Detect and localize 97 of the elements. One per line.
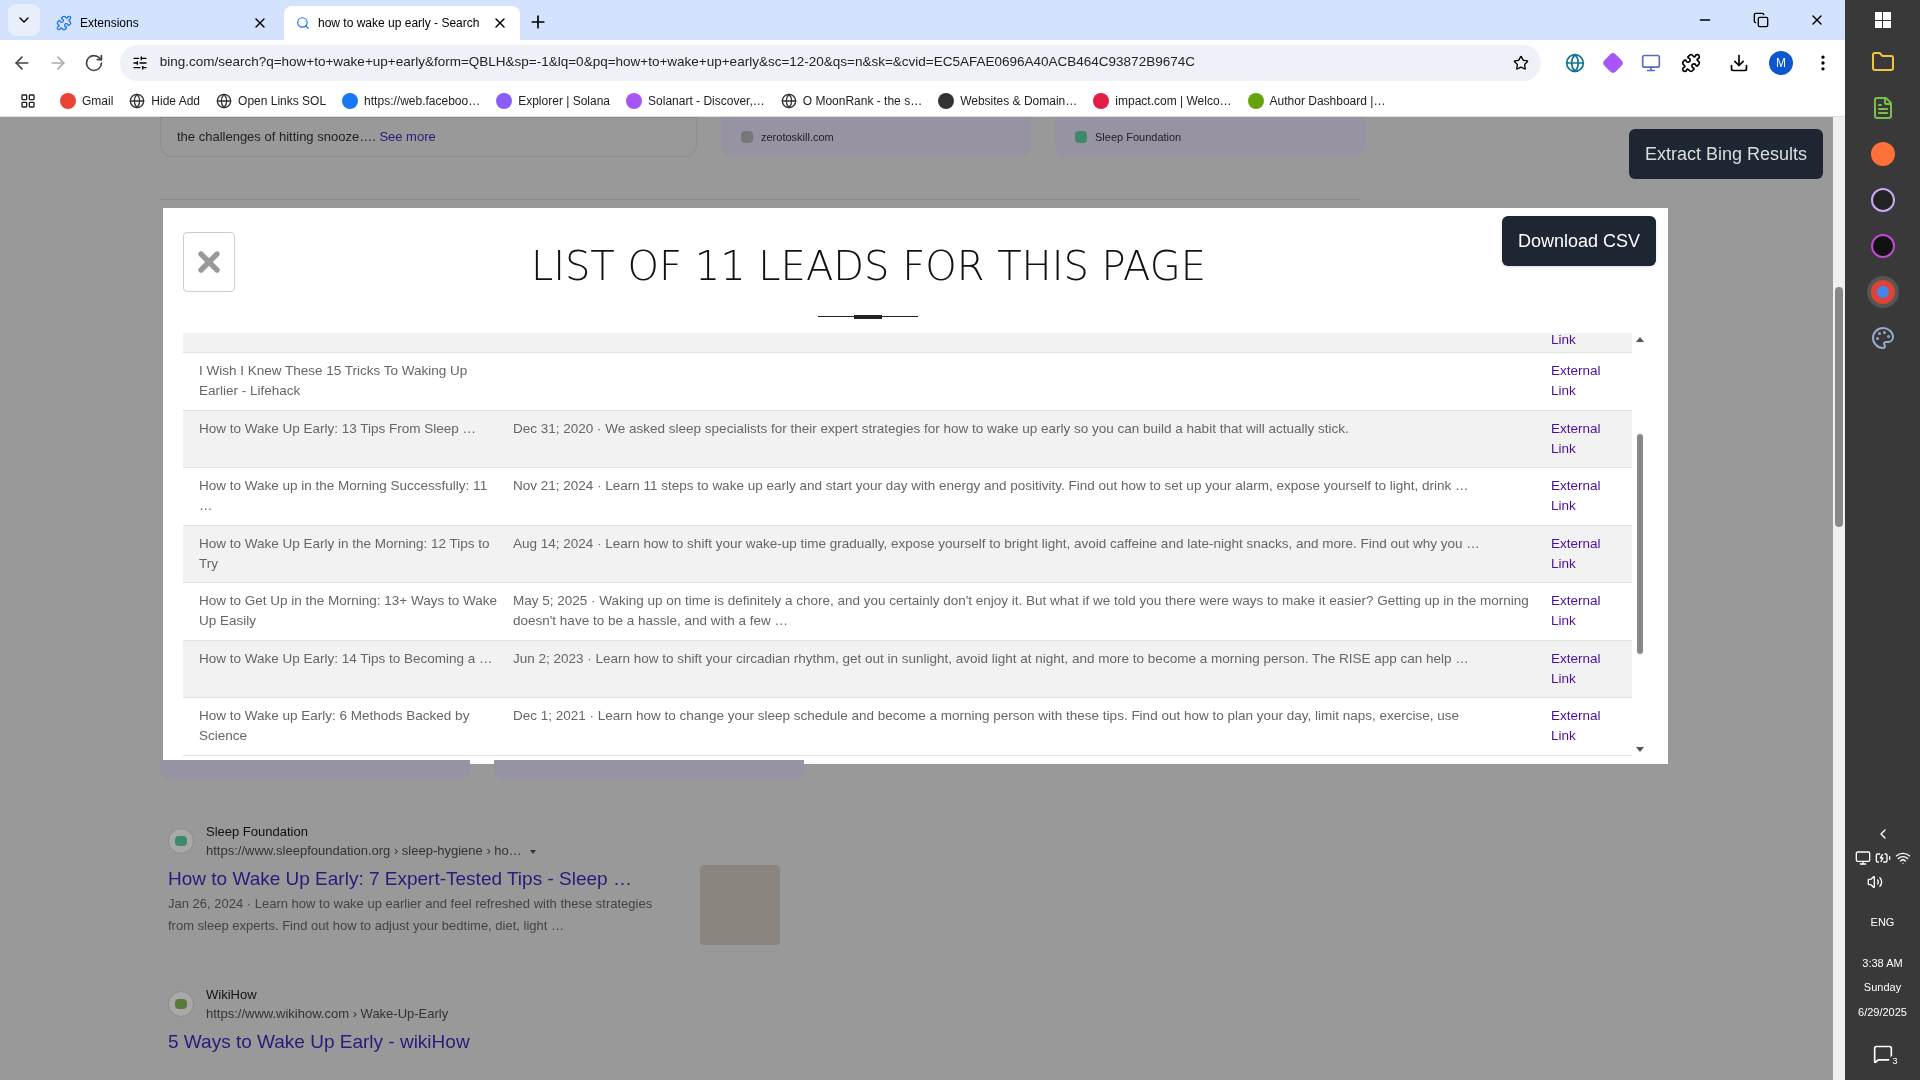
site-url: https://www.sleepfoundation.org › sleep-hygiene › ho…: [206, 841, 536, 861]
app-icon[interactable]: [1870, 234, 1895, 258]
wifi-icon[interactable]: [1894, 850, 1911, 866]
lead-title: How to Wake Up Early: 14 Tips to Becoming a …: [199, 650, 493, 666]
restore-icon[interactable]: [1753, 12, 1769, 28]
windows-start-icon[interactable]: [1874, 12, 1891, 28]
bookmark-link[interactable]: Author Dashboard |…: [1269, 91, 1386, 110]
site-name: WikiHow: [206, 985, 258, 1004]
lead-title: How to Wake up Early: 6 Methods Backed by Science: [199, 708, 470, 744]
extract-results-button[interactable]: Extract Bing Results: [1628, 129, 1823, 179]
site-logo-icon: [496, 92, 513, 109]
site-logo-icon: [741, 131, 753, 143]
site-url: https://www.wikihow.com › Wake-Up-Early: [206, 1005, 449, 1023]
bookmark-star-icon[interactable]: [1513, 54, 1529, 71]
lead-title: How to Wake up in the Morning Successfully: 11 …: [199, 478, 488, 514]
download-icon[interactable]: [1729, 52, 1749, 73]
snippet-text: the challenges of hitting snooze…. See more: [177, 128, 436, 147]
bookmark-link[interactable]: https://web.faceboo…: [364, 91, 481, 110]
globe-icon: [780, 92, 797, 109]
bookmark-link[interactable]: O MoonRank - the s…: [802, 91, 923, 110]
see-more-link[interactable]: See more: [379, 129, 436, 145]
site-logo-icon: [1075, 131, 1087, 143]
site-info-icon[interactable]: [131, 54, 148, 71]
bookmark-link[interactable]: Explorer | Solana: [518, 91, 611, 110]
source-name: zerotoskill.com: [761, 129, 834, 145]
external-link[interactable]: Link: [1551, 333, 1611, 347]
tab-title: Extensions: [80, 15, 140, 32]
globe-icon: [216, 92, 233, 109]
clock-time[interactable]: 3:38 AM: [1862, 954, 1903, 971]
battery-icon[interactable]: [1874, 850, 1891, 866]
network-icon[interactable]: [1854, 850, 1871, 866]
site-logo-icon: [342, 92, 359, 109]
external-link[interactable]: External Link: [1551, 418, 1611, 459]
site-name: Sleep Foundation: [206, 822, 309, 841]
lead-title: I Wish I Knew These 15 Tricks To Waking Up Earlier - Lifehack: [199, 363, 468, 399]
external-link[interactable]: External Link: [1551, 361, 1611, 402]
lead-description: Dec 1; 2021 · Learn how to change your sleep schedule and become a morning person with these tips. Find out how to plan your day, limit naps, exercise, use: [513, 708, 1460, 723]
browser-tab[interactable]: Extensions: [44, 6, 280, 40]
external-link[interactable]: External Link: [1551, 706, 1611, 747]
folder-icon[interactable]: [1870, 50, 1895, 74]
bookmark-link[interactable]: Gmail: [82, 91, 114, 110]
url-text: bing.com/search?q=how+to+wake+up+early&form=QBLH&sp=-1&lq=0&pq=how+to+wake+up+early&sc=12-20&qs=n&sk=&cvid=EC5AFAE0696A40ACB464C93872B9674C: [159, 53, 1196, 72]
site-logo-icon: [60, 92, 76, 109]
page-scrollbar[interactable]: [1833, 117, 1845, 1080]
bookmark-link[interactable]: Hide Add: [151, 91, 201, 110]
extension-icon[interactable]: [1565, 52, 1585, 73]
browser-tab[interactable]: how to wake up early - Search: [284, 6, 520, 40]
close-button[interactable]: [183, 232, 235, 292]
profile-avatar[interactable]: M: [1769, 50, 1793, 75]
source-card[interactable]: zerotoskill.com: [721, 117, 1031, 157]
puzzle-icon: [56, 15, 72, 31]
site-logo-icon: [626, 92, 643, 109]
source-card[interactable]: Sleep Foundation: [1055, 117, 1365, 157]
notification-icon[interactable]: [1872, 1044, 1893, 1064]
clock-day[interactable]: Sunday: [1863, 979, 1902, 996]
dropdown-caret-icon[interactable]: [529, 849, 536, 854]
external-link[interactable]: External Link: [1551, 533, 1611, 574]
app-icon[interactable]: [1870, 188, 1895, 212]
bookmark-link[interactable]: Websites & Domain…: [960, 91, 1078, 110]
source-name: Sleep Foundation: [1095, 129, 1182, 145]
volume-icon[interactable]: [1866, 874, 1883, 890]
paint-icon[interactable]: [1870, 326, 1895, 350]
bookmark-link[interactable]: Open Links SOL: [238, 91, 327, 110]
lead-description: Nov 21; 2024 · Learn 11 steps to wake up early and start your day with energy and positivity. Find out how to set up your alarm, expose yourself to light, drink …: [513, 478, 1469, 493]
bookmark-link[interactable]: Solanart - Discover,…: [648, 91, 765, 110]
bookmark-link[interactable]: impact.com | Welco…: [1115, 91, 1232, 110]
reload-icon[interactable]: [83, 52, 104, 73]
tab-title: how to wake up early - Search: [318, 15, 481, 32]
external-link[interactable]: External Link: [1551, 648, 1611, 689]
address-bar[interactable]: bing.com/search?q=how+to+wake+up+early&form=QBLH&sp=-1&lq=0&pq=how+to+wake+up+early&sc=12-20&qs=n&sk=&cvid=EC5AFAE0696A40ACB464C93872B9674C: [119, 44, 1541, 81]
lead-description: May 5; 2025 · Waking up on time is definitely a chore, and you certainly don't enjoy it. But what if we told you there were ways to make it easier? Getting up in the morning doesn't have to be a hassle, and with a few …: [513, 593, 1529, 629]
apps-icon[interactable]: [20, 92, 36, 109]
download-csv-button[interactable]: Download CSV: [1501, 216, 1656, 266]
site-logo-icon: [168, 991, 194, 1017]
site-logo-icon: [168, 828, 194, 854]
clock-date[interactable]: 6/29/2025: [1858, 1003, 1907, 1020]
extensions-icon[interactable]: [1681, 52, 1701, 73]
lead-title: How to Wake Up Early: 13 Tips From Sleep …: [199, 420, 477, 436]
lead-description: Dec 31; 2020 · We asked sleep specialists for their expert strategies for how to wake up early so you can build a habit that will actually stick.: [513, 420, 1349, 436]
site-logo-icon: [1247, 92, 1264, 109]
site-logo-icon: [938, 92, 955, 109]
lead-title: How to Get Up in the Morning: 13+ Ways to Wake Up Easily: [199, 593, 497, 629]
site-logo-icon: [1093, 92, 1110, 109]
globe-icon: [129, 92, 146, 109]
language-indicator[interactable]: ENG: [1870, 914, 1895, 931]
lead-description: Aug 14; 2024 · Learn how to shift your wake-up time gradually, expose yourself to bright light, avoid caffeine and late-night snacks, and more. Find out why you …: [513, 535, 1480, 551]
external-link[interactable]: External Link: [1551, 591, 1611, 632]
result-title-link[interactable]: How to Wake Up Early: 7 Expert-Tested Tips - Sleep …: [168, 864, 668, 893]
lead-title: How to Wake Up Early in the Morning: 12 Tips to Try: [199, 535, 490, 571]
tab-list-button[interactable]: [8, 4, 40, 36]
result-title-link[interactable]: 5 Ways to Wake Up Early - wikiHow: [168, 1027, 668, 1056]
lead-description: Jun 2; 2023 · Learn how to shift your circadian rhythm, get out in sunlight, avoid light at night, and more to become a morning person. The RISE app can help …: [513, 650, 1469, 666]
search-icon: [296, 16, 310, 30]
modal-title: LIST OF 11 LEADS FOR THIS PAGE: [530, 242, 1207, 291]
extension-icon[interactable]: [1641, 52, 1661, 73]
result-snippet: Jan 26, 2024 · Learn how to wake up earlier and feel refreshed with these strategies from sleep experts. Find out how to adjust your bedtime, diet, light …: [168, 895, 654, 935]
external-link[interactable]: External Link: [1551, 476, 1611, 517]
